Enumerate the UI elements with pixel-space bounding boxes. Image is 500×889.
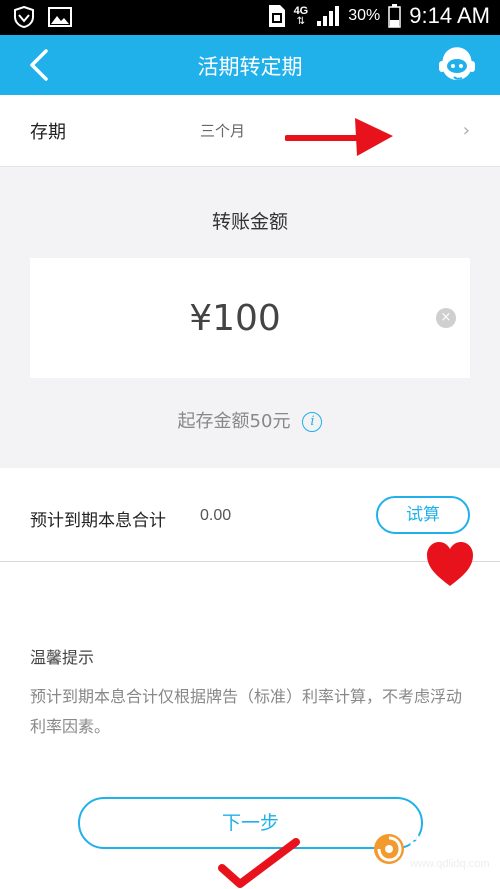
battery-percent: 30% <box>348 7 381 24</box>
transfer-section: 转账金额 ¥100 × 起存金额50元 i <box>0 167 500 468</box>
transfer-amount-caption: 转账金额 <box>211 211 288 233</box>
term-selector[interactable]: 存期 三个月 › <box>0 95 500 167</box>
gallery-icon <box>48 7 72 27</box>
tips-title: 温馨提示 <box>30 648 95 667</box>
term-label: 存期 <box>30 122 66 143</box>
status-left-icons <box>14 6 72 28</box>
status-right-icons: 4G ⇅ 30% 9:14 AM <box>268 3 490 29</box>
customer-service-button[interactable] <box>436 44 478 86</box>
tips-section: 温馨提示 预计到期本息合计仅根据牌告（标准）利率计算，不考虑浮动利率因素。 <box>30 644 475 742</box>
clear-icon[interactable]: × <box>436 308 456 328</box>
watermark-url: www.qdlidq.com <box>410 858 490 870</box>
trial-calculate-button[interactable]: 试算 <box>376 496 470 534</box>
next-step-button[interactable]: 下一步 <box>78 797 423 849</box>
page-title: 活期转定期 <box>197 55 303 79</box>
status-time: 9:14 AM <box>409 3 490 28</box>
amount-input[interactable]: ¥100 × <box>30 258 470 378</box>
estimate-value: 0.00 <box>200 507 232 524</box>
tips-body: 预计到期本息合计仅根据牌告（标准）利率计算，不考虑浮动利率因素。 <box>30 687 463 736</box>
data-arrows-icon: ⇅ <box>296 15 306 27</box>
customer-service-icon <box>439 47 475 80</box>
network-type: 4G ⇅ <box>293 4 309 27</box>
minimum-deposit-text: 起存金额50元 <box>177 411 291 432</box>
battery-icon <box>388 4 402 28</box>
status-bar: 4G ⇅ 30% 9:14 AM <box>0 0 500 35</box>
info-icon[interactable]: i <box>302 412 323 432</box>
network-type-label: 4G <box>293 4 309 17</box>
minimum-deposit-note: 起存金额50元 i <box>0 407 500 433</box>
watermark-name: 启东安卓网 <box>408 834 485 883</box>
estimate-row: 预计到期本息合计 0.00 试算 <box>0 468 500 562</box>
signal-strength-icon <box>317 6 340 26</box>
sim-card-icon <box>268 5 285 27</box>
amount-value: ¥100 <box>189 298 281 339</box>
chevron-right-icon: › <box>462 120 470 141</box>
term-value: 三个月 <box>200 122 246 140</box>
title-bar: 活期转定期 <box>0 35 500 95</box>
vpn-shield-icon <box>14 6 34 28</box>
estimate-label: 预计到期本息合计 <box>30 511 166 531</box>
